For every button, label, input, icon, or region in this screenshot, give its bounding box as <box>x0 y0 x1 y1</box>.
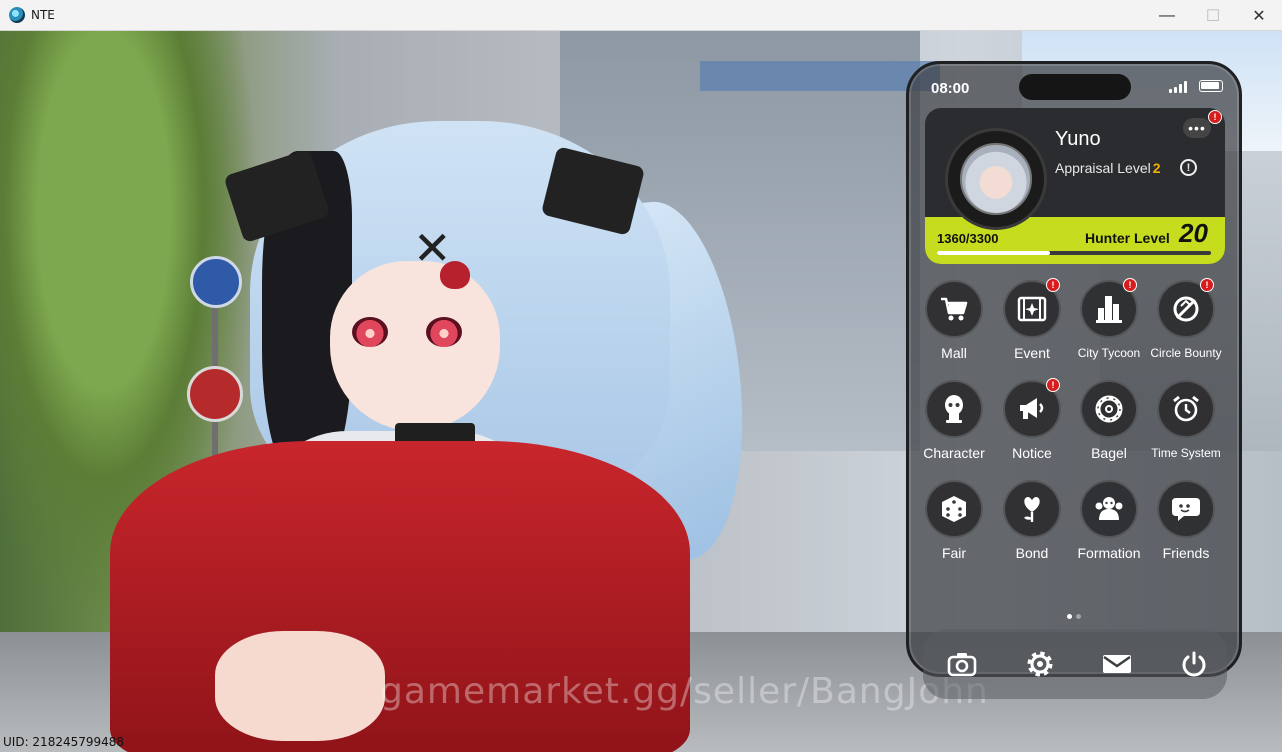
uid-label: UID: 218245799488 <box>3 735 125 749</box>
window-title: NTE <box>31 8 55 22</box>
phone-status-bar: 08:00 <box>909 64 1239 108</box>
info-icon[interactable]: ! <box>1180 159 1197 176</box>
profile-card[interactable]: Yuno Appraisal Level 2 ! ••• ! 1360/3300 … <box>925 108 1225 264</box>
dice-icon <box>925 480 983 538</box>
app-character[interactable]: Character <box>915 380 993 461</box>
power-button[interactable] <box>1171 641 1217 687</box>
mail-button[interactable] <box>1094 641 1140 687</box>
close-button[interactable]: ✕ <box>1236 0 1282 31</box>
notification-badge: ! <box>1200 278 1214 292</box>
group-icon <box>1080 480 1138 538</box>
chat-bubble-icon <box>1157 480 1215 538</box>
hunter-level-label: Hunter Level <box>1085 230 1170 246</box>
more-notification-badge: ! <box>1208 110 1222 124</box>
experience-text: 1360/3300 <box>937 231 999 246</box>
page-dot[interactable] <box>1067 614 1072 619</box>
no-entry-sign <box>187 366 243 422</box>
power-icon <box>1182 651 1206 677</box>
app-label: Circle Bounty <box>1150 346 1222 360</box>
app-label: Formation <box>1077 545 1141 561</box>
phone-dock <box>923 629 1227 699</box>
cart-icon <box>925 280 983 338</box>
phone-menu: 08:00 Yuno Appraisal Level 2 ! ••• ! 1360… <box>906 61 1242 699</box>
camera-icon <box>947 653 977 677</box>
app-logo-icon <box>9 7 25 23</box>
building-windows <box>700 61 940 91</box>
notification-badge: ! <box>1046 378 1060 392</box>
app-label: Bagel <box>1091 445 1127 461</box>
app-city-tycoon[interactable]: ! City Tycoon <box>1070 278 1148 360</box>
appraisal-level: Appraisal Level 2 <box>1055 160 1161 176</box>
app-time-system[interactable]: Time System <box>1147 380 1225 460</box>
experience-progress-bar <box>937 251 1211 255</box>
app-label: Bond <box>1015 545 1049 561</box>
hunter-level-number: 20 <box>1179 218 1208 248</box>
minimize-button[interactable]: — <box>1144 0 1190 31</box>
camera-button[interactable] <box>939 641 985 687</box>
app-circle-bounty[interactable]: ! Circle Bounty <box>1147 278 1225 360</box>
appraisal-label: Appraisal Level <box>1055 160 1151 176</box>
app-label: Fair <box>941 545 967 561</box>
app-friends[interactable]: Friends <box>1147 480 1225 561</box>
character-face <box>330 261 500 431</box>
alarm-clock-icon <box>1157 380 1215 438</box>
app-notice[interactable]: ! Notice <box>993 378 1071 461</box>
app-label: City Tycoon <box>1077 346 1141 360</box>
app-formation[interactable]: Formation <box>1070 480 1148 561</box>
ghost-head-icon <box>925 380 983 438</box>
heart-hairclip-icon <box>440 261 470 289</box>
phone-clock: 08:00 <box>931 80 970 97</box>
character-eye-left <box>352 317 388 347</box>
maximize-button[interactable]: ☐ <box>1190 0 1236 31</box>
app-label: Mall <box>941 345 967 361</box>
notification-badge: ! <box>1046 278 1060 292</box>
app-mall[interactable]: Mall <box>915 280 993 361</box>
bagel-icon <box>1080 380 1138 438</box>
app-label: Character <box>923 445 985 461</box>
mail-icon <box>1103 655 1131 673</box>
character-hand <box>215 631 385 741</box>
app-bond[interactable]: Bond <box>993 480 1071 561</box>
app-event[interactable]: ! Event <box>993 278 1071 361</box>
settings-button[interactable] <box>1017 641 1063 687</box>
player-name: Yuno <box>1055 128 1101 150</box>
watermark-text: gamemarket.gg/seller/BangJohn <box>380 671 989 712</box>
app-label: Time System <box>1151 446 1221 460</box>
page-indicator <box>1067 614 1081 619</box>
app-fair[interactable]: Fair <box>915 480 993 561</box>
signal-icon <box>1169 81 1187 93</box>
heart-flower-icon <box>1003 480 1061 538</box>
gear-icon <box>1027 651 1053 677</box>
app-label: Notice <box>1012 445 1052 461</box>
window-titlebar: NTE — ☐ ✕ <box>0 0 1282 31</box>
notification-badge: ! <box>1123 278 1137 292</box>
app-label: Friends <box>1162 545 1210 561</box>
experience-progress-fill <box>937 251 1050 255</box>
window-controls: — ☐ ✕ <box>1144 0 1282 31</box>
app-bagel[interactable]: Bagel <box>1070 380 1148 461</box>
character-eye-right <box>426 317 462 347</box>
battery-icon <box>1199 80 1223 92</box>
more-options-button[interactable]: ••• <box>1183 118 1211 138</box>
app-label: Event <box>1014 345 1050 361</box>
page-dot[interactable] <box>1076 614 1081 619</box>
blue-traffic-sign <box>190 256 242 308</box>
avatar <box>960 143 1032 215</box>
appraisal-level-number: 2 <box>1152 160 1161 176</box>
avatar-frame[interactable] <box>945 128 1047 230</box>
phone-notch <box>1019 74 1131 100</box>
